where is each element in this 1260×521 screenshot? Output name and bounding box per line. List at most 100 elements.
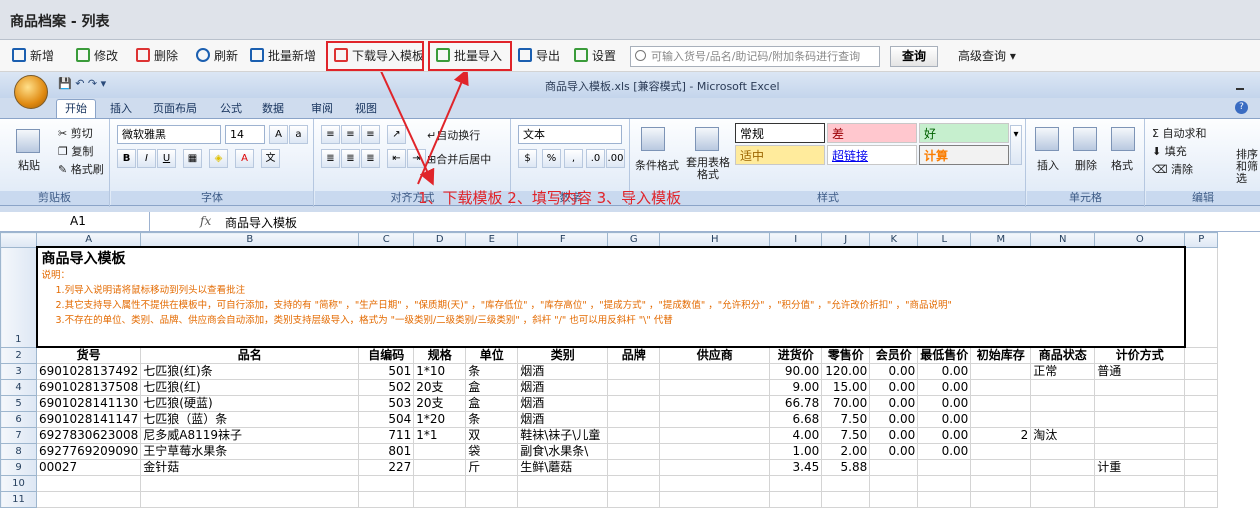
paste-button[interactable]: 粘贴 [18,157,40,173]
cell[interactable]: 711 [358,427,415,444]
cell[interactable] [970,459,1032,476]
cell[interactable] [970,379,1032,396]
cell[interactable]: 501 [358,363,415,380]
cell[interactable]: 15.00 [821,379,871,396]
column-header[interactable]: P [1184,232,1219,248]
decrease-decimal-button[interactable]: .00 [606,149,625,168]
batch-add-button[interactable]: 批量新增 [250,45,316,67]
row-header[interactable]: 7 [0,427,37,444]
cell[interactable] [1184,411,1219,428]
header-cell[interactable]: 单位 [465,346,519,364]
cell[interactable] [970,363,1032,380]
cell[interactable]: 6.68 [769,411,823,428]
column-header[interactable]: C [358,232,415,248]
cell[interactable]: 计重 [1094,459,1186,476]
cell[interactable] [970,491,1032,508]
help-icon[interactable]: ? [1235,101,1248,114]
cell[interactable]: 1*1 [413,427,467,444]
cell[interactable] [1030,411,1096,428]
formula-input[interactable]: 商品导入模板 [225,214,297,231]
cell[interactable] [659,411,771,428]
cell[interactable]: 70.00 [821,395,871,412]
cell[interactable]: 条 [465,411,519,428]
cell[interactable] [659,363,771,380]
cell[interactable] [659,379,771,396]
cell[interactable] [659,395,771,412]
tab-formulas[interactable]: 公式 [220,100,242,118]
merge-center-button[interactable]: ⊞合并后居中 [427,151,491,167]
cell[interactable] [1094,475,1186,492]
cell[interactable]: 6927830623008 [35,427,142,444]
style-neutral[interactable]: 适中 [735,145,825,165]
cell[interactable] [607,475,661,492]
style-good[interactable]: 好 [919,123,1009,143]
align-bottom-button[interactable]: ≡ [361,125,380,144]
cell[interactable] [1094,491,1186,508]
conditional-format-button[interactable]: 条件格式 [635,157,679,173]
cell[interactable] [1030,443,1096,460]
cell[interactable] [821,475,871,492]
cell[interactable]: 503 [358,395,415,412]
cell[interactable]: 盒 [465,379,519,396]
cell[interactable] [1094,395,1186,412]
cell[interactable]: 金针菇 [140,459,360,476]
column-header[interactable]: F [517,232,609,248]
advanced-query-button[interactable]: 高级查询 ▾ [958,45,1016,67]
cell[interactable] [970,475,1032,492]
number-format-select[interactable]: 文本 [518,125,622,144]
cell[interactable]: 双 [465,427,519,444]
cell[interactable]: 0.00 [917,427,972,444]
cell[interactable] [1030,459,1096,476]
cell[interactable]: 副食\水果条\ [517,443,609,460]
cell[interactable]: 0.00 [917,395,972,412]
cell[interactable]: 2.00 [821,443,871,460]
cell[interactable] [970,411,1032,428]
cell[interactable]: 6901028137508 [35,379,142,396]
row-header[interactable]: 3 [0,363,37,380]
cell[interactable] [607,379,661,396]
cell[interactable]: 7.50 [821,411,871,428]
cell[interactable]: 尼多威A8119袜子 [140,427,360,444]
cell[interactable] [35,491,142,508]
header-cell[interactable]: 规格 [413,346,467,364]
increase-decimal-button[interactable]: .0 [586,149,605,168]
cell[interactable] [1030,379,1096,396]
cell[interactable]: 4.00 [769,427,823,444]
cell[interactable] [1184,459,1219,476]
orientation-button[interactable]: ↗ [387,125,406,144]
cell[interactable] [1184,246,1219,348]
cell[interactable]: 120.00 [821,363,871,380]
cell[interactable]: 502 [358,379,415,396]
column-header[interactable]: E [465,232,519,248]
cell[interactable] [970,395,1032,412]
style-bad[interactable]: 差 [827,123,917,143]
cell[interactable] [769,475,823,492]
percent-button[interactable]: % [542,149,561,168]
tab-view[interactable]: 视图 [355,100,377,118]
cell[interactable] [607,411,661,428]
cell[interactable]: 淘汰 [1030,427,1096,444]
refresh-button[interactable]: 刷新 [196,45,238,67]
cell[interactable]: 七匹狼(红) [140,379,360,396]
cell[interactable] [607,363,661,380]
style-calc[interactable]: 计算 [919,145,1009,165]
shrink-font-button[interactable]: a [289,125,308,144]
fill-button[interactable]: ⬇ 填充 [1152,143,1187,159]
cell[interactable]: 0.00 [917,379,972,396]
decrease-indent-button[interactable]: ⇤ [387,149,406,168]
column-header[interactable]: K [869,232,919,248]
row-header[interactable]: 8 [0,443,37,460]
cell[interactable]: 七匹狼(硬蓝) [140,395,360,412]
cell[interactable]: 1*20 [413,411,467,428]
row-header[interactable]: 4 [0,379,37,396]
cell[interactable]: 90.00 [769,363,823,380]
cell[interactable] [1030,475,1096,492]
comma-button[interactable]: , [564,149,583,168]
cell[interactable] [659,459,771,476]
cell[interactable]: 烟酒 [517,379,609,396]
cell[interactable] [869,491,919,508]
cell[interactable]: 盒 [465,395,519,412]
column-header[interactable]: A [35,232,142,248]
increase-indent-button[interactable]: ⇥ [407,149,426,168]
cell[interactable]: 6901028137492 [35,363,142,380]
